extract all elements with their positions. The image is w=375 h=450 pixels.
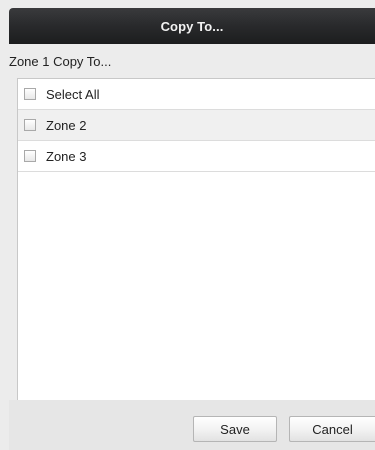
- dialog-title: Copy To...: [160, 18, 224, 34]
- dialog-footer: Save Cancel: [9, 400, 375, 450]
- list-item-label: Select All: [46, 86, 100, 102]
- dialog-body: Zone 1 Copy To... Select All Zone 2 Zone…: [9, 44, 375, 450]
- dialog-titlebar: Copy To...: [9, 8, 375, 44]
- cancel-button[interactable]: Cancel: [289, 416, 375, 442]
- section-label: Zone 1 Copy To...: [9, 54, 112, 69]
- list-item-select-all[interactable]: Select All: [18, 79, 375, 110]
- save-button[interactable]: Save: [193, 416, 277, 442]
- list-item-zone-3[interactable]: Zone 3: [18, 141, 375, 172]
- list-item-label: Zone 2: [46, 117, 87, 133]
- list-item-zone-2[interactable]: Zone 2: [18, 110, 375, 141]
- select-all-checkbox[interactable]: [24, 88, 36, 100]
- zone-list: Select All Zone 2 Zone 3: [17, 78, 375, 400]
- list-item-label: Zone 3: [46, 148, 87, 164]
- copy-to-dialog: Copy To... Zone 1 Copy To... Select All …: [0, 0, 375, 450]
- zone-3-checkbox[interactable]: [24, 150, 36, 162]
- zone-2-checkbox[interactable]: [24, 119, 36, 131]
